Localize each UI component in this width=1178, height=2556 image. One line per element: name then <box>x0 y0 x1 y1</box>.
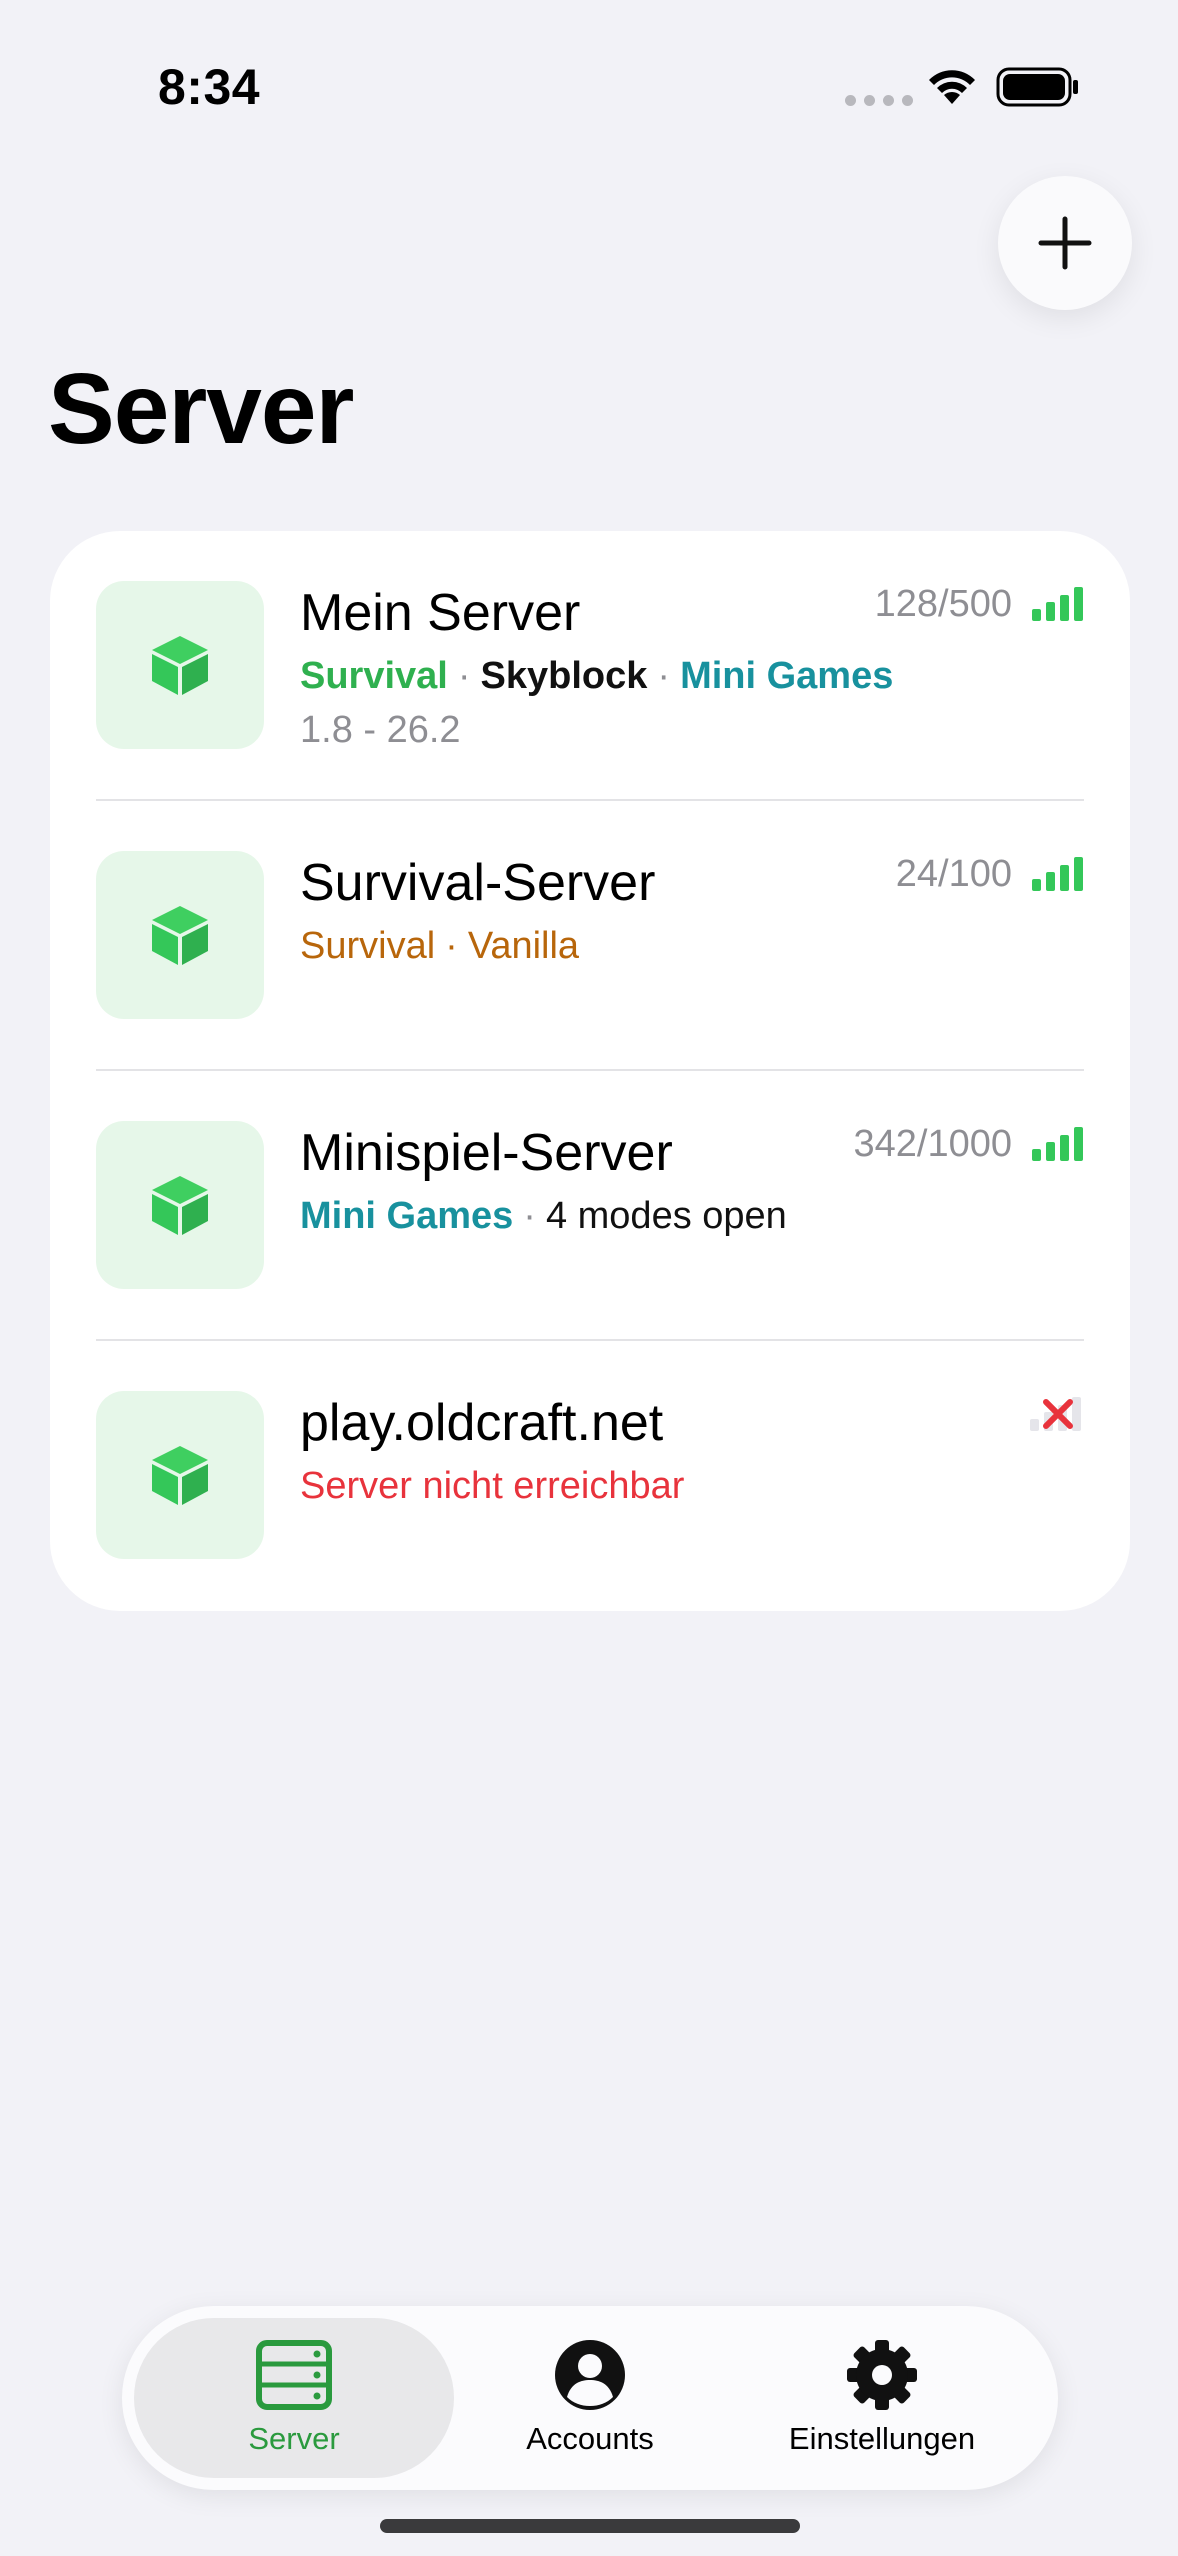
tag: Vanilla <box>467 925 580 967</box>
tab-bar: Server Accounts Einstellungen <box>122 2306 1058 2490</box>
cube-icon <box>152 1446 208 1505</box>
person-circle-icon <box>555 2340 625 2410</box>
status-time: 8:34 <box>158 59 261 115</box>
offline-signal-icon <box>1030 1397 1081 1431</box>
tag: Survival <box>300 925 436 967</box>
server-icon <box>96 1391 264 1559</box>
plus-icon <box>1038 216 1092 270</box>
server-name: Survival-Server <box>300 854 656 912</box>
tab-server[interactable]: Server <box>134 2318 454 2478</box>
player-count: 342/1000 <box>853 1123 1013 1165</box>
server-name: play.oldcraft.net <box>300 1394 664 1452</box>
tab-label: Accounts <box>526 2421 654 2456</box>
tab-label: Server <box>248 2421 340 2456</box>
cube-icon <box>152 1176 208 1235</box>
server-list: Mein Server Survival · Skyblock · Mini Games… <box>50 531 1130 1611</box>
server-rack-icon <box>256 2340 332 2410</box>
server-tags: Survival · Skyblock · Mini Games <box>300 655 894 697</box>
signal-strength-icon <box>1032 587 1083 621</box>
server-name: Minispiel-Server <box>300 1124 673 1182</box>
cellular-dots-icon <box>845 95 913 106</box>
server-icon <box>96 581 264 749</box>
player-count: 24/100 <box>895 853 1012 895</box>
tab-accounts[interactable]: Accounts <box>460 2318 720 2478</box>
cube-icon <box>152 906 208 965</box>
tag: 4 modes open <box>545 1195 787 1237</box>
cube-icon <box>152 636 208 695</box>
tag: Survival <box>300 655 448 697</box>
home-indicator <box>380 2519 800 2533</box>
gear-icon <box>847 2340 917 2410</box>
tag: Mini Games <box>680 655 894 697</box>
server-version: 1.8 - 26.2 <box>300 709 461 751</box>
server-name: Mein Server <box>300 584 581 642</box>
server-tags: Survival · Vanilla <box>300 925 580 967</box>
server-row-survival-server[interactable]: Survival-Server Survival · Vanilla 24/100 <box>50 801 1130 1071</box>
tab-label: Einstellungen <box>788 2421 976 2456</box>
server-row-oldcraft[interactable]: play.oldcraft.net Server nicht erreichba… <box>50 1341 1130 1611</box>
player-count: 128/500 <box>874 583 1012 625</box>
tag: Mini Games <box>300 1195 514 1237</box>
battery-icon <box>996 67 1078 107</box>
tag: Skyblock <box>480 655 648 697</box>
server-tags: Mini Games · 4 modes open <box>300 1195 787 1237</box>
server-row-minispiel-server[interactable]: Minispiel-Server Mini Games · 4 modes open… <box>50 1071 1130 1341</box>
add-server-button[interactable] <box>998 176 1132 310</box>
server-icon <box>96 851 264 1019</box>
signal-strength-icon <box>1032 1127 1083 1161</box>
server-icon <box>96 1121 264 1289</box>
server-row-mein-server[interactable]: Mein Server Survival · Skyblock · Mini Games… <box>50 531 1130 801</box>
tab-einstellungen[interactable]: Einstellungen <box>722 2318 1042 2478</box>
signal-strength-icon <box>1032 857 1083 891</box>
page-title: Server <box>48 353 354 465</box>
wifi-icon <box>929 70 975 104</box>
server-error-text: Server nicht erreichbar <box>300 1465 685 1507</box>
